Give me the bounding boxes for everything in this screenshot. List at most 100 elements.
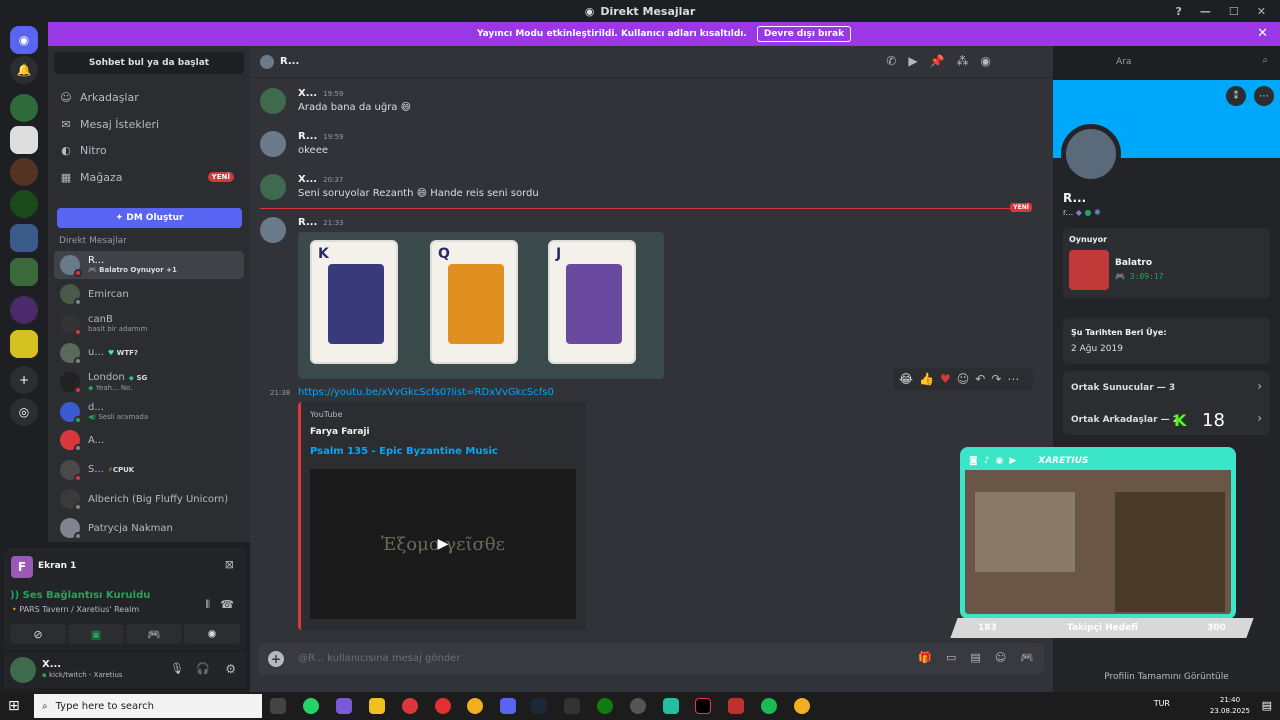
avatar[interactable] — [10, 657, 36, 683]
minimize-button[interactable]: — — [1200, 5, 1211, 18]
dm-item[interactable]: Patrycja Nakman — [54, 514, 244, 542]
headphones-icon[interactable]: 🎧 — [196, 662, 210, 675]
search-input[interactable]: Ara ⌕ — [1108, 52, 1276, 72]
reply-icon[interactable]: ↶ — [975, 372, 985, 386]
find-conversation-button[interactable]: Sohbet bul ya da başlat — [54, 52, 244, 74]
microphone-icon[interactable]: 🎙 — [170, 662, 184, 675]
discord-taskbar-icon[interactable] — [500, 698, 516, 714]
server-folder-icon[interactable] — [10, 258, 38, 286]
dm-item[interactable]: Emircan — [54, 280, 244, 308]
app-icon[interactable] — [630, 698, 646, 714]
dm-item[interactable]: d... ◀) Sesli aramada — [54, 398, 244, 426]
video-call-icon[interactable]: ▶ — [908, 54, 917, 68]
app-icon[interactable] — [663, 698, 679, 714]
chrome-icon[interactable] — [794, 698, 810, 714]
windows-start-icon[interactable]: ⊞ — [8, 698, 20, 714]
server-icon[interactable] — [10, 158, 38, 186]
voice-call-icon[interactable]: ✆ — [886, 54, 896, 68]
home-icon[interactable]: ◉ — [10, 26, 38, 54]
view-full-profile-link[interactable]: Profilin Tamamını Görüntüle — [1053, 672, 1280, 682]
server-folder-icon[interactable] — [10, 224, 38, 252]
server-icon[interactable] — [10, 190, 38, 218]
app-icon[interactable] — [728, 698, 744, 714]
maximize-button[interactable]: ☐ — [1229, 5, 1239, 18]
taskbar-search[interactable]: ⌕ Type here to search — [34, 694, 262, 718]
nav-nitro[interactable]: ◐ Nitro — [60, 140, 106, 160]
message-author[interactable]: R... — [298, 131, 317, 142]
gift-icon[interactable]: 🎁 — [918, 651, 932, 664]
server-icon[interactable] — [10, 296, 38, 324]
embed-author[interactable]: Farya Faraji — [310, 427, 370, 437]
settings-gear-icon[interactable]: ⚙ — [225, 662, 236, 676]
activity-button[interactable]: 🎮 — [126, 624, 182, 644]
disconnect-icon[interactable]: ☎ — [220, 598, 234, 611]
soundboard-button[interactable]: ✺ — [184, 624, 240, 644]
close-stream-icon[interactable]: ⊠ — [225, 558, 234, 571]
play-icon[interactable]: ▶ — [438, 536, 449, 552]
language-indicator[interactable]: TUR — [1154, 699, 1170, 708]
avatar[interactable] — [260, 174, 286, 200]
epic-games-icon[interactable] — [564, 698, 580, 714]
add-server-icon[interactable]: + — [10, 366, 38, 394]
dm-item[interactable]: Alberich (Big Fluffy Unicorn) — [54, 485, 244, 513]
file-explorer-icon[interactable] — [369, 698, 385, 714]
notification-icon[interactable]: ▤ — [1262, 699, 1272, 712]
copilot-icon[interactable] — [336, 698, 352, 714]
dm-item[interactable]: u... ♥ WTF? — [54, 339, 244, 367]
embed-provider[interactable]: YouTube — [310, 410, 343, 419]
mutual-friends[interactable]: Ortak Arkadaşlar — 2 — [1071, 415, 1179, 425]
heart-emoji-icon[interactable]: ♥ — [940, 372, 951, 386]
mutual-servers[interactable]: Ortak Sunucular — 3 — [1071, 383, 1175, 393]
chevron-right-icon[interactable]: › — [1257, 411, 1262, 425]
sticker-icon[interactable]: ▤ — [970, 651, 980, 664]
message-author[interactable]: X... — [298, 88, 317, 99]
laughing-emoji-icon[interactable]: 😂 — [899, 372, 913, 386]
clock[interactable]: 21:40 23.08.2025 — [1210, 695, 1250, 717]
dm-item[interactable]: London ◈ SG ◆ Yeah... No. — [54, 368, 244, 396]
more-options-icon[interactable]: ⋯ — [1254, 86, 1274, 106]
share-screen-button[interactable]: ▣ — [68, 624, 124, 644]
message-author[interactable]: X... — [298, 174, 317, 185]
dm-item[interactable]: S... ⚡CPUK — [54, 456, 244, 484]
gif-icon[interactable]: ▭ — [946, 651, 956, 664]
thumbs-up-emoji-icon[interactable]: 👍 — [919, 372, 934, 386]
emoji-icon[interactable]: ☺ — [995, 651, 1006, 664]
server-icon[interactable] — [10, 126, 38, 154]
dm-item[interactable]: canB basit bir adamım — [54, 310, 244, 338]
profile-avatar[interactable] — [1061, 124, 1121, 184]
help-icon[interactable]: ? — [1176, 5, 1182, 18]
whatsapp-icon[interactable] — [303, 698, 319, 714]
upload-plus-icon[interactable]: + — [268, 651, 284, 667]
chevron-right-icon[interactable]: › — [1257, 379, 1262, 393]
chrome-icon[interactable] — [467, 698, 483, 714]
tiktok-icon[interactable] — [695, 698, 711, 714]
user-profile-icon[interactable]: ◉ — [981, 54, 991, 68]
avatar[interactable] — [260, 88, 286, 114]
opera-gx-icon[interactable] — [435, 698, 451, 714]
camera-off-button[interactable]: ⊘ — [10, 624, 66, 644]
message-author[interactable]: R... — [298, 217, 317, 228]
avatar[interactable] — [260, 217, 286, 243]
opera-icon[interactable] — [402, 698, 418, 714]
nav-message-requests[interactable]: ✉ Mesaj İstekleri — [60, 114, 159, 134]
dm-item[interactable]: R... 🎮 Balatro Oynuyor +1 — [54, 251, 244, 279]
image-attachment[interactable]: K Q J — [298, 232, 664, 379]
apps-icon[interactable]: 🎮 — [1020, 651, 1034, 664]
nav-shop[interactable]: ▦ Mağaza YENİ — [60, 167, 244, 187]
close-banner-icon[interactable]: ✕ — [1257, 26, 1268, 41]
xbox-icon[interactable] — [597, 698, 613, 714]
add-friend-icon[interactable]: ⁑ — [1226, 86, 1246, 106]
notification-bell-icon[interactable]: 🔔 — [10, 56, 38, 84]
add-friends-icon[interactable]: ⁂ — [957, 54, 969, 68]
task-view-icon[interactable] — [270, 698, 286, 714]
server-icon[interactable] — [10, 94, 38, 122]
server-folder-icon[interactable] — [10, 330, 38, 358]
steam-icon[interactable] — [531, 698, 547, 714]
noise-suppression-icon[interactable]: ⫴ — [205, 598, 210, 612]
disable-streamer-mode-button[interactable]: Devre dışı bırak — [756, 26, 852, 42]
message-link[interactable]: https://youtu.be/xVvGkcScfs0?list=RDxVvG… — [298, 387, 554, 398]
voice-channel[interactable]: • PARS Tavern / Xaretius' Realm — [12, 605, 139, 614]
more-icon[interactable]: ⋯ — [1007, 372, 1019, 386]
pin-icon[interactable]: 📌 — [930, 54, 945, 68]
discover-icon[interactable]: ◎ — [10, 398, 38, 426]
